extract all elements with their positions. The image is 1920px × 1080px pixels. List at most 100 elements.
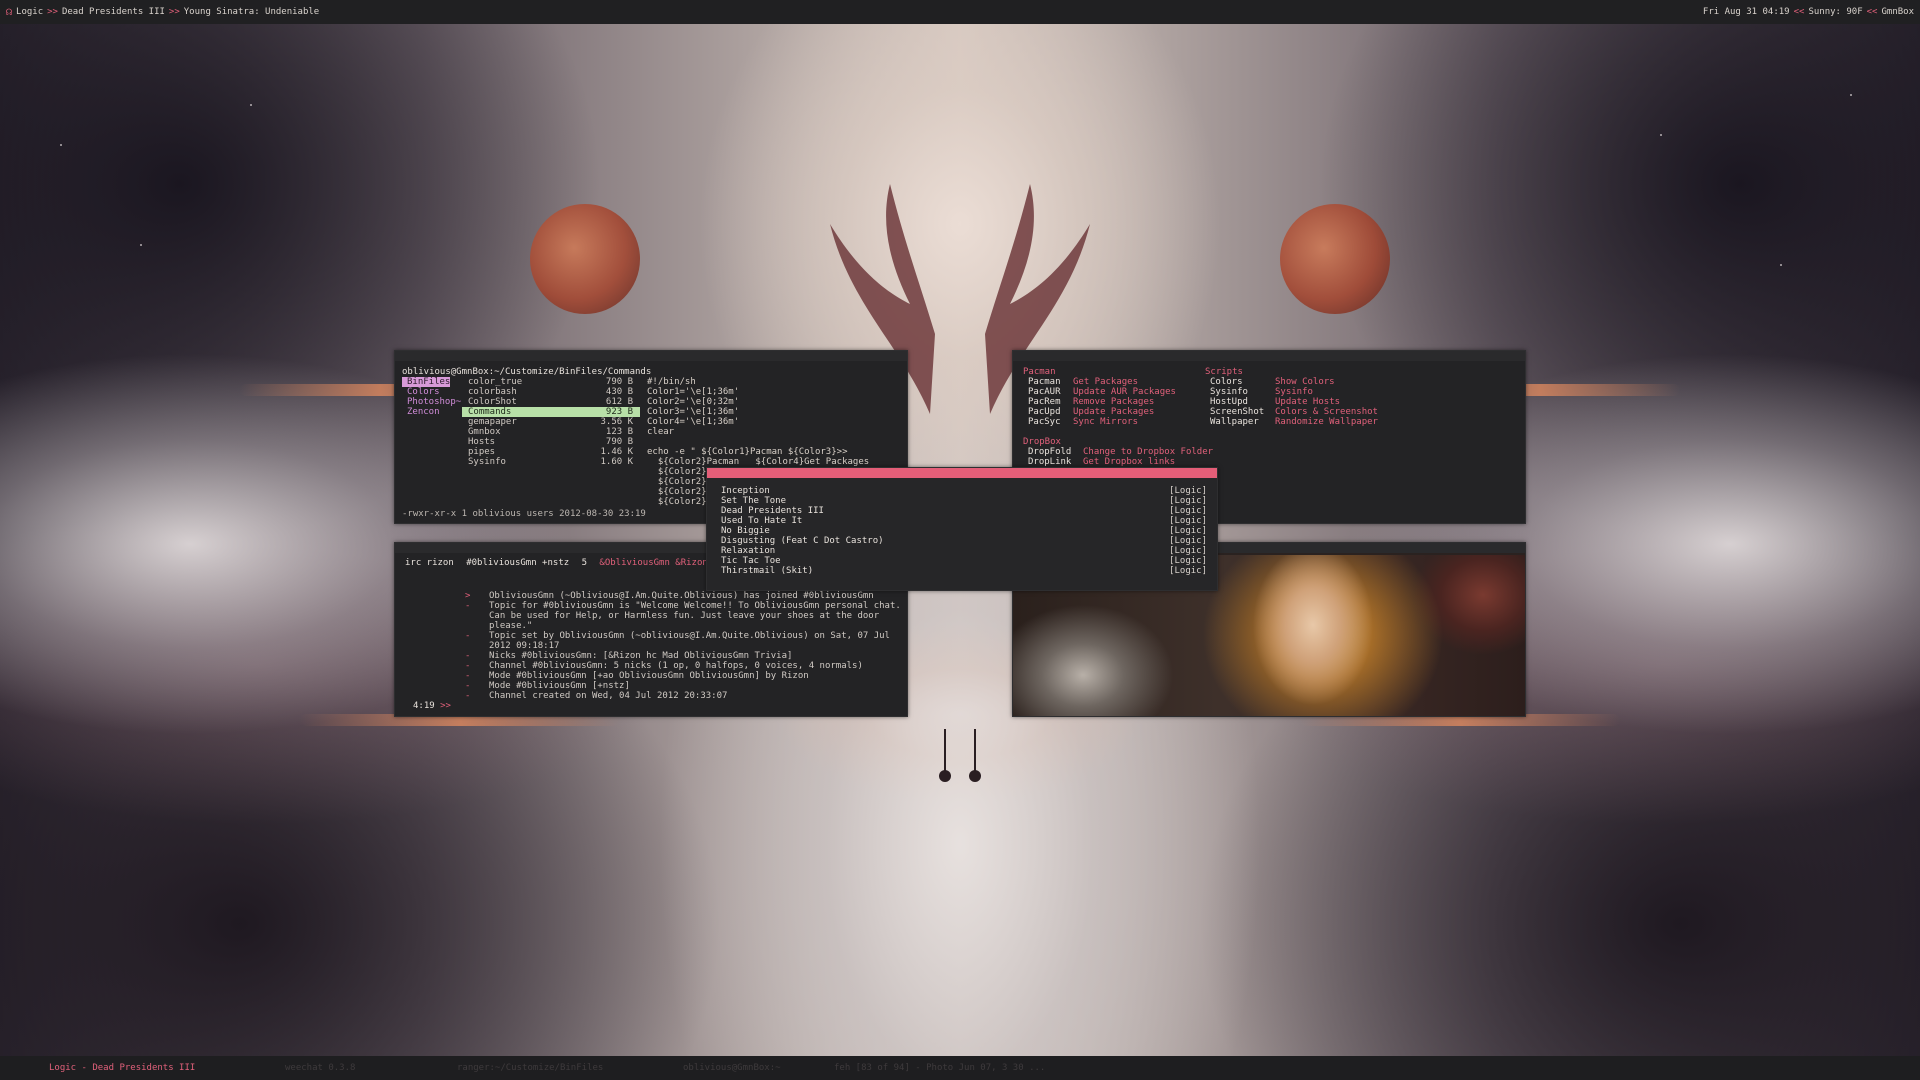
hostname: GmnBox — [1881, 7, 1914, 17]
ranger-file-row[interactable]: Gmnbox 123 B — [462, 427, 640, 437]
playlist-songs: Inception [Logic] Set The Tone [Logic] Dea… — [721, 486, 1207, 576]
line-message: Mode #0bliviousGmn [+ao ObliviousGmn Obl… — [489, 671, 809, 681]
ranger-dir[interactable]: Zencon — [402, 407, 450, 417]
ranger-file-row[interactable]: ColorShot 612 B — [462, 397, 640, 407]
menu-description: Get Packages — [1073, 377, 1139, 387]
preview-line: #!/bin/sh — [647, 377, 696, 387]
separator-icon: << — [1793, 7, 1805, 17]
datetime: Fri Aug 31 04:19 — [1702, 7, 1790, 17]
song-album: [Logic] — [1169, 536, 1207, 546]
song-title: Dead Presidents III — [721, 506, 824, 516]
now-playing-artist: Logic — [16, 7, 44, 17]
file-size: 790 B — [605, 377, 633, 387]
preview-line: clear — [647, 427, 675, 437]
playlist-song[interactable]: Disgusting (Feat C Dot Castro) [Logic] — [721, 536, 1207, 546]
menu-command[interactable]: Pacman — [1028, 377, 1073, 387]
taskbar-tab[interactable]: oblivious@GmnBox:~ — [683, 1063, 781, 1073]
taskbar-tab[interactable]: ranger:~/Customize/BinFiles — [457, 1063, 603, 1073]
taskbar-tab-active[interactable]: Logic - Dead Presidents III — [49, 1063, 195, 1073]
playlist-song[interactable]: Set The Tone [Logic] — [721, 496, 1207, 506]
menu-command[interactable]: HostUpd — [1210, 397, 1275, 407]
ncmpcpp-playlist-window[interactable]: Inception [Logic] Set The Tone [Logic] Dea… — [706, 467, 1218, 591]
file-name: gemapaper — [468, 417, 517, 427]
playlist-song[interactable]: Inception [Logic] — [721, 486, 1207, 496]
song-title: No Biggie — [721, 526, 770, 536]
separator-icon: << — [1866, 7, 1878, 17]
file-size: 612 B — [605, 397, 633, 407]
line-message: Mode #0bliviousGmn [+nstz] — [489, 681, 630, 691]
ranger-path: oblivious@GmnBox:~/Customize/BinFiles/Co… — [402, 367, 652, 377]
song-album: [Logic] — [1169, 556, 1207, 566]
menu-description: Sysinfo — [1275, 387, 1313, 397]
chat-line: - Nicks #0bliviousGmn: [&Rizon hc Mad Obl… — [465, 651, 905, 661]
song-title: Tic Tac Toe — [721, 556, 781, 566]
song-album: [Logic] — [1169, 506, 1207, 516]
menu-command[interactable]: PacSyc — [1028, 417, 1073, 427]
menu-description: Update Hosts — [1275, 397, 1341, 407]
playlist-song[interactable]: Used To Hate It [Logic] — [721, 516, 1207, 526]
song-title: Thirstmail (Skit) — [721, 566, 814, 576]
playlist-song[interactable]: Tic Tac Toe [Logic] — [721, 556, 1207, 566]
playlist-song-playing[interactable]: Dead Presidents III [Logic] — [721, 506, 1207, 516]
now-playing-album: Dead Presidents III — [61, 7, 165, 17]
playlist-song[interactable]: No Biggie [Logic] — [721, 526, 1207, 536]
menu-command[interactable]: Sysinfo — [1210, 387, 1275, 397]
file-name: Gmnbox — [468, 427, 501, 437]
weechat-chat-area: > ObliviousGmn (~Oblivious@I.Am.Quite.Obl… — [465, 591, 905, 701]
chat-line: - Topic set by ObliviousGmn (~oblivious@I… — [465, 631, 905, 651]
taskbar-tab[interactable]: weechat 0.3.8 — [285, 1063, 355, 1073]
weechat-input-line[interactable]: 4:19 >> — [413, 701, 451, 711]
line-prefix: - — [465, 631, 471, 641]
line-prefix: - — [465, 651, 471, 661]
menu-command[interactable]: DropFold — [1028, 447, 1083, 457]
song-title: Inception — [721, 486, 770, 496]
menu-command[interactable]: PacRem — [1028, 397, 1073, 407]
line-prefix: - — [465, 671, 471, 681]
input-prompt: >> — [440, 701, 451, 711]
chat-line: - Channel created on Wed, 04 Jul 2012 20:… — [465, 691, 905, 701]
playlist-song[interactable]: Relaxation [Logic] — [721, 546, 1207, 556]
line-message: Channel #0bliviousGmn: 5 nicks (1 op, 0 … — [489, 661, 863, 671]
buffer-nick-count: 5 — [581, 558, 587, 568]
separator-icon: >> — [47, 7, 58, 17]
ranger-dir-selected[interactable]: BinFiles — [402, 377, 450, 387]
now-playing: ☊ Logic >> Dead Presidents III >> Young … — [6, 7, 319, 18]
ranger-file-row[interactable]: pipes 1.46 K — [462, 447, 640, 457]
menu-command[interactable]: DropLink — [1028, 457, 1083, 467]
buffer-server[interactable]: irc rizon — [405, 558, 454, 568]
ranger-file-row[interactable]: colorbash 430 B — [462, 387, 640, 397]
wallpaper-star — [250, 104, 252, 106]
bottom-taskbar: Logic - Dead Presidents III weechat 0.3.… — [0, 1056, 1920, 1080]
file-size: 1.60 K — [600, 457, 633, 467]
menu-description: Colors & Screenshot — [1275, 407, 1378, 417]
menu-description: Change to Dropbox Folder — [1083, 447, 1214, 457]
chat-line: - Mode #0bliviousGmn [+ao ObliviousGmn Ob… — [465, 671, 905, 681]
line-prefix: > — [465, 591, 471, 601]
ranger-file-row[interactable]: Hosts 790 B — [462, 437, 640, 447]
menu-command[interactable]: ScreenShot — [1210, 407, 1275, 417]
song-album: [Logic] — [1169, 566, 1207, 576]
ranger-file-row[interactable]: gemapaper 3.56 K — [462, 417, 640, 427]
wallpaper-figures — [939, 729, 981, 782]
preview-line: Color4='\e[1;36m' — [647, 417, 740, 427]
playlist-header-bar — [707, 468, 1217, 478]
ranger-file-row[interactable]: color_true 790 B — [462, 377, 640, 387]
window-titlebar[interactable] — [395, 351, 907, 361]
file-size: 3.56 K — [600, 417, 633, 427]
playlist-song[interactable]: Thirstmail (Skit) [Logic] — [721, 566, 1207, 576]
buffer-channel[interactable]: #0bliviousGmn +nstz — [466, 558, 569, 568]
song-album: [Logic] — [1169, 486, 1207, 496]
menu-command[interactable]: PacUpd — [1028, 407, 1073, 417]
ranger-dir[interactable]: Colors — [402, 387, 450, 397]
ranger-file-row[interactable]: Sysinfo 1.60 K — [462, 457, 640, 467]
preview-line: Color1='\e[1;36m' — [647, 387, 740, 397]
window-titlebar[interactable] — [1013, 351, 1525, 361]
taskbar-tab[interactable]: feh [83 of 94] - Photo Jun 07, 3 30 ... — [834, 1063, 1045, 1073]
menu-command[interactable]: Wallpaper — [1210, 417, 1275, 427]
menu-command[interactable]: Colors — [1210, 377, 1275, 387]
song-album: [Logic] — [1169, 546, 1207, 556]
headphones-icon: ☊ — [6, 6, 13, 18]
ranger-dir[interactable]: Photoshop~ — [402, 397, 461, 407]
menu-command[interactable]: PacAUR — [1028, 387, 1073, 397]
ranger-file-row-selected[interactable]: Commands 923 B — [462, 407, 640, 417]
